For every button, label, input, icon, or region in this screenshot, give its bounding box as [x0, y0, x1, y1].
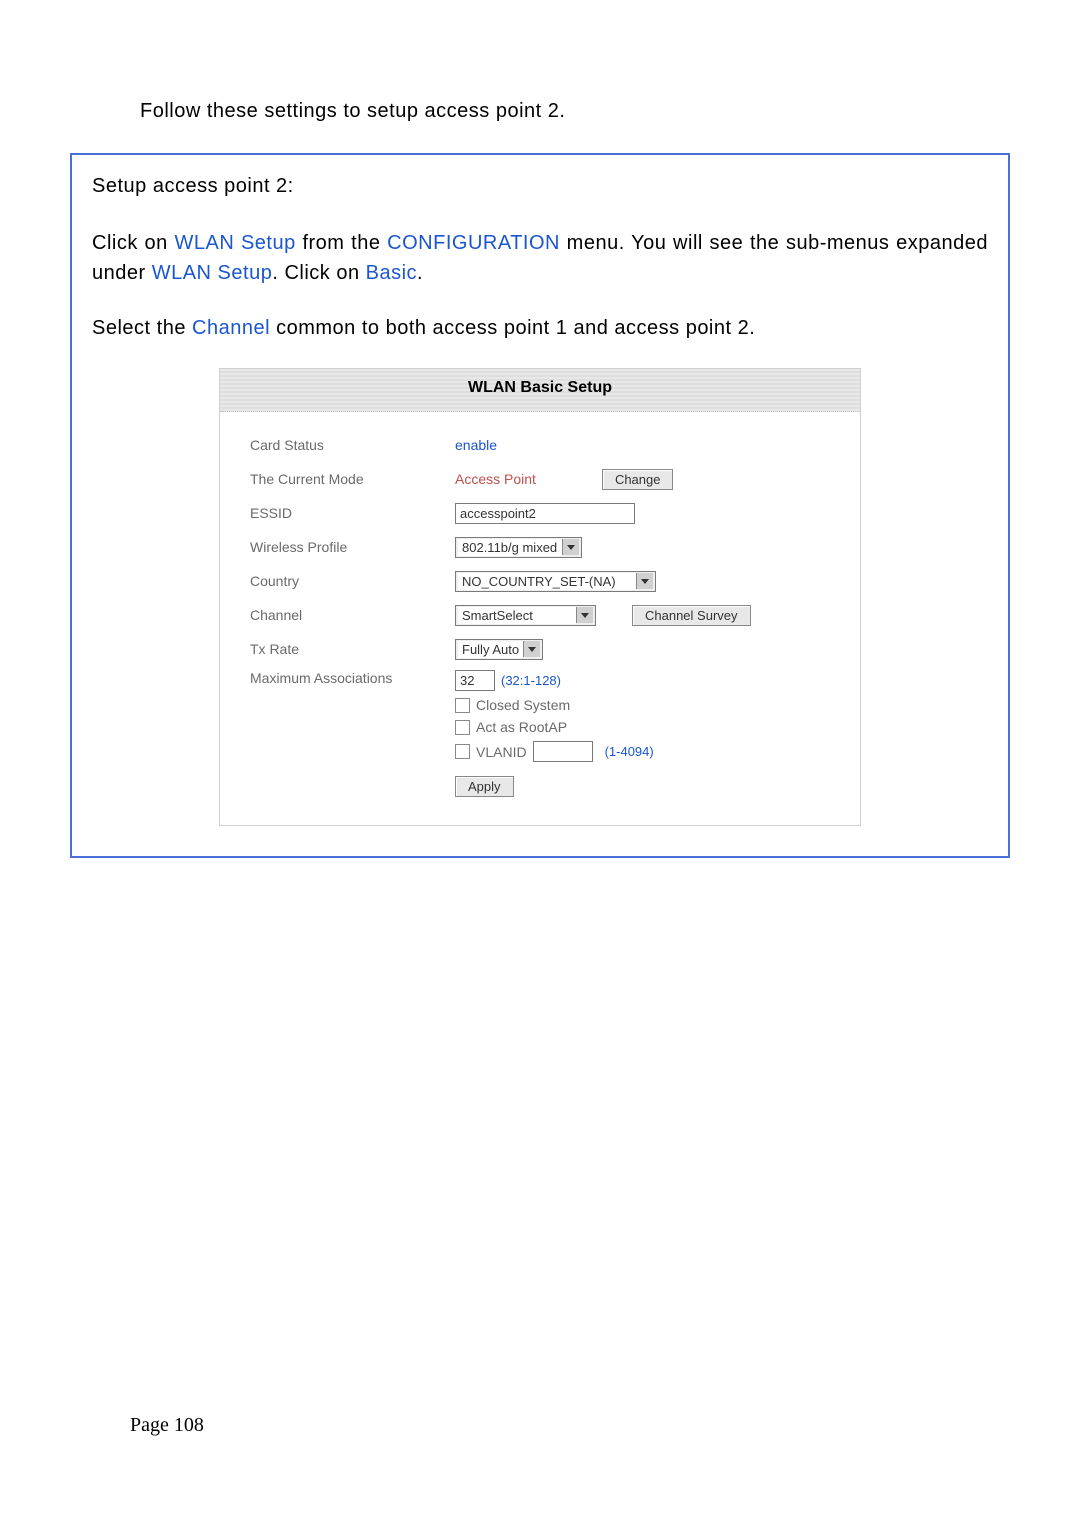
apply-button[interactable]: Apply: [455, 776, 514, 797]
setup-header: Setup access point 2:: [92, 175, 988, 198]
closed-system-label: Closed System: [476, 697, 570, 713]
txt: common to both access point 1 and access…: [270, 317, 755, 339]
current-mode-label: The Current Mode: [250, 471, 455, 487]
card-status-label: Card Status: [250, 437, 455, 453]
country-label: Country: [250, 573, 455, 589]
txt: from the: [296, 232, 387, 254]
wireless-profile-label: Wireless Profile: [250, 539, 455, 555]
current-mode-value: Access Point: [455, 471, 536, 487]
max-assoc-label: Maximum Associations: [250, 670, 455, 686]
basic-link: Basic: [366, 262, 417, 284]
intro-text: Follow these settings to setup access po…: [140, 100, 1020, 123]
wireless-profile-select[interactable]: 802.11b/g mixed: [455, 537, 582, 558]
instruction-box: Setup access point 2: Click on WLAN Setu…: [70, 153, 1010, 858]
max-assoc-hint: (32:1-128): [501, 673, 561, 688]
txt: Select the: [92, 317, 192, 339]
configuration-link: CONFIGURATION: [387, 232, 560, 254]
wlan-basic-setup-panel: WLAN Basic Setup Card Status enable The …: [219, 368, 861, 826]
txt: Click on: [92, 232, 174, 254]
page-number: Page 108: [130, 1414, 204, 1437]
chevron-down-icon: [523, 641, 540, 657]
vlanid-hint: (1-4094): [605, 744, 654, 759]
channel-link: Channel: [192, 317, 270, 339]
form-header: WLAN Basic Setup: [220, 369, 860, 412]
vlanid-input[interactable]: [533, 741, 593, 762]
instruction-line-1: Click on WLAN Setup from the CONFIGURATI…: [92, 228, 988, 288]
card-status-value: enable: [455, 437, 497, 453]
channel-value: SmartSelect: [458, 607, 576, 624]
country-select[interactable]: NO_COUNTRY_SET-(NA): [455, 571, 656, 592]
wlan-setup-link-2: WLAN Setup: [152, 262, 273, 284]
channel-select[interactable]: SmartSelect: [455, 605, 596, 626]
max-assoc-input[interactable]: [455, 670, 495, 691]
closed-system-checkbox[interactable]: [455, 698, 470, 713]
form-body: Card Status enable The Current Mode Acce…: [220, 412, 860, 825]
vlanid-checkbox[interactable]: [455, 744, 470, 759]
wlan-setup-link: WLAN Setup: [174, 232, 295, 254]
act-rootap-label: Act as RootAP: [476, 719, 567, 735]
txt: . Click on: [272, 262, 365, 284]
change-button[interactable]: Change: [602, 469, 674, 490]
channel-label: Channel: [250, 607, 455, 623]
essid-label: ESSID: [250, 505, 455, 521]
txrate-value: Fully Auto: [458, 641, 523, 658]
txrate-label: Tx Rate: [250, 641, 455, 657]
vlanid-label: VLANID: [476, 744, 527, 760]
form-title: WLAN Basic Setup: [468, 379, 612, 396]
instruction-line-2: Select the Channel common to both access…: [92, 313, 988, 343]
wireless-profile-value: 802.11b/g mixed: [458, 539, 562, 556]
channel-survey-button[interactable]: Channel Survey: [632, 605, 751, 626]
chevron-down-icon: [576, 607, 593, 623]
chevron-down-icon: [562, 539, 579, 555]
txrate-select[interactable]: Fully Auto: [455, 639, 543, 660]
country-value: NO_COUNTRY_SET-(NA): [458, 573, 636, 590]
essid-input[interactable]: [455, 503, 635, 524]
txt: .: [417, 262, 423, 284]
chevron-down-icon: [636, 573, 653, 589]
act-rootap-checkbox[interactable]: [455, 720, 470, 735]
